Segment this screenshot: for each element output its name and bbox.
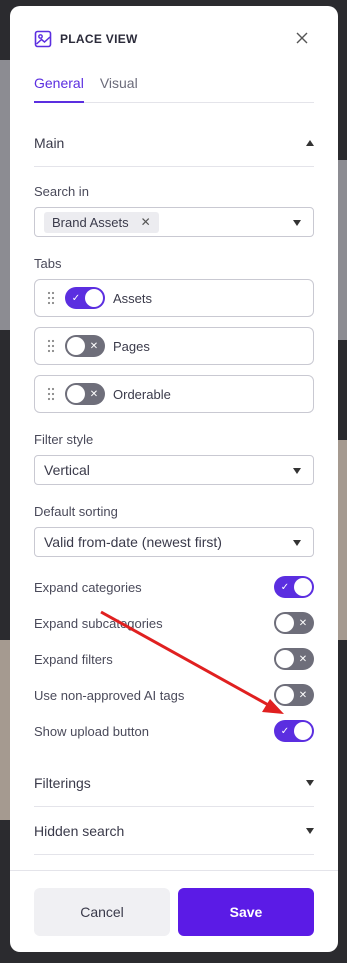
tab-visual[interactable]: Visual (100, 72, 138, 102)
save-button[interactable]: Save (178, 888, 314, 936)
expand-categories-toggle[interactable]: ✓ (274, 576, 314, 598)
dialog-tabs: General Visual (34, 72, 314, 103)
tab-pages-toggle[interactable]: ✕ (65, 335, 105, 357)
tab-item-assets: ✓ Assets (34, 279, 314, 317)
background-thumbnail (338, 160, 347, 340)
x-icon: ✕ (298, 689, 308, 701)
tab-assets-toggle[interactable]: ✓ (65, 287, 105, 309)
check-icon: ✓ (280, 581, 290, 593)
chip-label: Brand Assets (52, 214, 129, 230)
search-in-chip: Brand Assets ✕ (44, 211, 159, 233)
divider (34, 166, 314, 167)
tabs-label: Tabs (34, 256, 62, 271)
expand-subcategories-toggle[interactable]: ✕ (274, 612, 314, 634)
background-thumbnail (338, 440, 347, 640)
section-hidden-search-header[interactable]: Hidden search (34, 808, 314, 854)
section-main-label: Main (34, 135, 65, 151)
x-icon: ✕ (89, 340, 99, 352)
check-icon: ✓ (280, 725, 290, 737)
section-main-header[interactable]: Main (34, 120, 314, 166)
filter-style-label: Filter style (34, 432, 94, 447)
option-label: Show upload button (34, 723, 149, 739)
chevron-down-icon (306, 780, 314, 786)
section-filterings-label: Filterings (34, 775, 91, 791)
image-icon (34, 30, 52, 48)
chevron-down-icon (293, 220, 301, 226)
drag-handle-icon[interactable] (47, 291, 55, 305)
non-approved-ai-tags-toggle[interactable]: ✕ (274, 684, 314, 706)
background-thumbnail (0, 640, 10, 820)
section-hidden-search-label: Hidden search (34, 823, 125, 839)
chevron-down-icon (293, 468, 301, 474)
tab-item-label: Orderable (113, 386, 171, 402)
option-expand-subcategories: Expand subcategories ✕ (34, 611, 314, 635)
default-sorting-select[interactable]: Valid from-date (newest first) (34, 527, 314, 557)
chevron-up-icon (306, 140, 314, 146)
dialog-footer: Cancel Save (10, 870, 338, 952)
tab-item-label: Assets (113, 290, 153, 306)
drag-handle-icon[interactable] (47, 387, 55, 401)
x-icon: ✕ (89, 388, 99, 400)
tab-item-pages: ✕ Pages (34, 327, 314, 365)
check-icon: ✓ (71, 292, 81, 304)
filter-style-select[interactable]: Vertical (34, 455, 314, 485)
drag-handle-icon[interactable] (47, 339, 55, 353)
tab-general[interactable]: General (34, 72, 84, 103)
option-label: Expand filters (34, 651, 113, 667)
chevron-down-icon (306, 828, 314, 834)
cancel-button[interactable]: Cancel (34, 888, 170, 936)
option-expand-filters: Expand filters ✕ (34, 647, 314, 671)
tab-item-orderable: ✕ Orderable (34, 375, 314, 413)
dialog-header: PLACE VIEW (34, 28, 314, 50)
background-thumbnail (0, 60, 10, 330)
option-non-approved-ai-tags: Use non-approved AI tags ✕ (34, 683, 314, 707)
tab-orderable-toggle[interactable]: ✕ (65, 383, 105, 405)
default-sorting-label: Default sorting (34, 504, 118, 519)
option-show-upload-button: Show upload button ✓ (34, 719, 314, 743)
show-upload-button-toggle[interactable]: ✓ (274, 720, 314, 742)
filter-style-value: Vertical (44, 462, 90, 478)
divider (34, 854, 314, 855)
option-expand-categories: Expand categories ✓ (34, 575, 314, 599)
option-label: Expand subcategories (34, 615, 163, 631)
dialog-title: PLACE VIEW (60, 32, 138, 46)
section-filterings-header[interactable]: Filterings (34, 760, 314, 806)
close-icon[interactable] (294, 30, 310, 46)
chevron-down-icon (293, 540, 301, 546)
divider (34, 806, 314, 807)
x-icon: ✕ (298, 617, 308, 629)
tab-item-label: Pages (113, 338, 150, 354)
default-sorting-value: Valid from-date (newest first) (44, 534, 222, 550)
expand-filters-toggle[interactable]: ✕ (274, 648, 314, 670)
place-view-dialog: PLACE VIEW General Visual Main Search in… (10, 6, 338, 952)
option-label: Use non-approved AI tags (34, 687, 185, 703)
option-label: Expand categories (34, 579, 142, 595)
search-in-select[interactable]: Brand Assets ✕ (34, 207, 314, 237)
search-in-label: Search in (34, 184, 89, 199)
chip-remove-icon[interactable]: ✕ (141, 215, 151, 229)
x-icon: ✕ (298, 653, 308, 665)
